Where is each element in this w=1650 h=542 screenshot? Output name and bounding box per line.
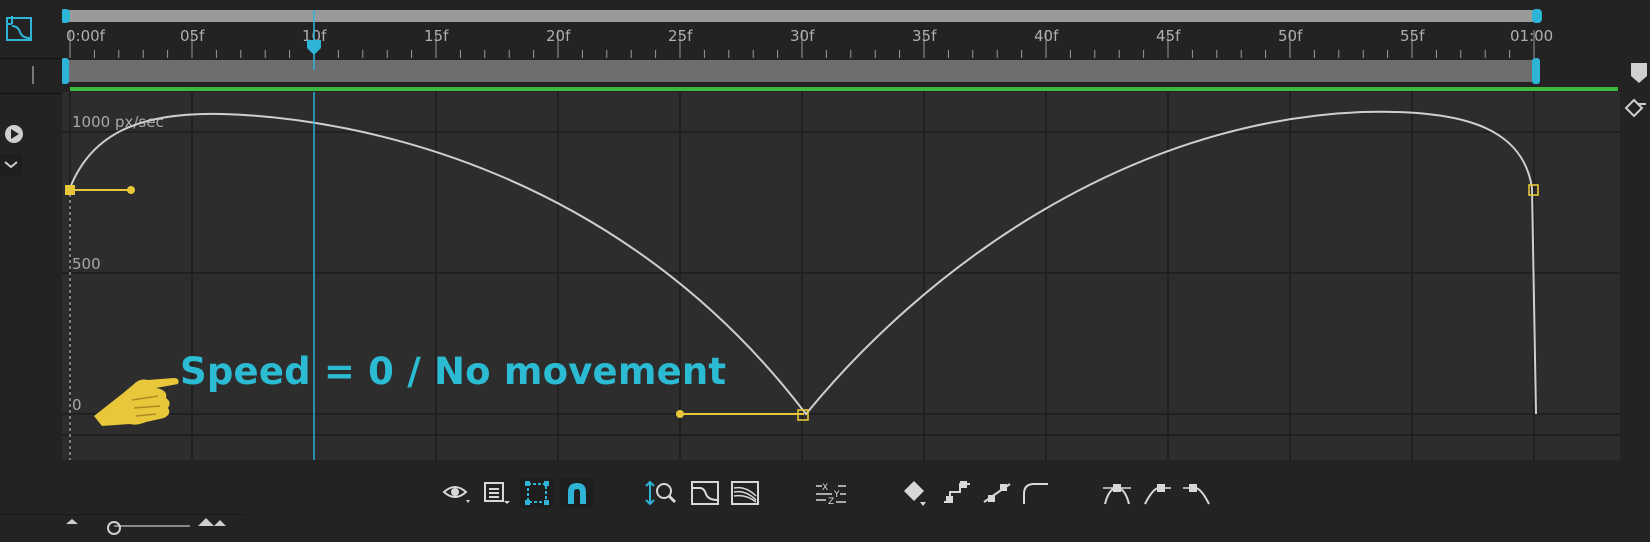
transform-box-icon[interactable] [520, 478, 554, 508]
add-keyframe-icon[interactable] [1624, 98, 1648, 118]
ruler-label: 55f [1400, 27, 1425, 45]
ruler-label: 05f [180, 27, 205, 45]
svg-text:X: X [822, 483, 828, 493]
speed-graph[interactable]: 1000 px/sec 500 0 [62, 92, 1627, 460]
ruler-label: 0:00f [66, 27, 106, 45]
graph-type-icon[interactable] [4, 12, 36, 44]
dropdown-icon[interactable] [0, 153, 24, 177]
fit-all-graphs-icon[interactable] [688, 478, 722, 508]
ruler-label: 01:00 [1510, 27, 1553, 45]
edit-keyframe-icon[interactable] [900, 478, 934, 508]
fit-selection-icon[interactable] [644, 478, 678, 508]
ruler-label: 40f [1034, 27, 1059, 45]
y-label-500: 500 [72, 255, 101, 273]
ruler-label: 50f [1278, 27, 1303, 45]
show-properties-icon[interactable] [440, 478, 474, 508]
left-panel [0, 0, 62, 538]
ruler-label: 45f [1156, 27, 1181, 45]
separate-dimensions-icon[interactable]: X Y Z [814, 478, 848, 508]
ruler-label: 30f [790, 27, 815, 45]
keyframe-start[interactable] [65, 185, 75, 195]
y-label-1000: 1000 px/sec [72, 113, 164, 131]
easy-ease-out-icon[interactable] [1180, 478, 1214, 508]
annotation-text: Speed = 0 / No movement [180, 350, 727, 393]
left-tick-mark [32, 66, 34, 84]
handle-point-start[interactable] [127, 186, 135, 194]
hold-icon[interactable] [940, 478, 974, 508]
comp-marker-icon[interactable] [1630, 62, 1648, 84]
handle-point-mid[interactable] [676, 410, 684, 418]
left-divider-mid [0, 93, 62, 94]
easy-ease-in-icon[interactable] [1140, 478, 1174, 508]
left-divider [0, 58, 62, 59]
svg-text:Z: Z [828, 497, 834, 506]
ruler-label: 20f [546, 27, 571, 45]
work-area-bar[interactable] [61, 58, 1627, 90]
graph-options-icon[interactable] [480, 478, 514, 508]
ruler-label: 35f [912, 27, 937, 45]
time-ruler[interactable]: 0:00f 05f 10f 15f 20f 25f 30f 35f 40f 45f 50f 55f 01… [60, 0, 1627, 60]
render-bar [70, 87, 1618, 91]
y-label-0: 0 [72, 396, 82, 414]
ruler-label: 15f [424, 27, 449, 45]
playhead-head[interactable] [300, 10, 330, 70]
fit-all-icon[interactable] [728, 478, 762, 508]
ruler-label: 25f [668, 27, 693, 45]
play-icon[interactable] [4, 124, 24, 144]
linear-icon[interactable] [980, 478, 1014, 508]
easy-ease-icon[interactable] [1100, 478, 1134, 508]
pointing-hand-icon [92, 370, 182, 430]
snapping-icon[interactable] [560, 478, 594, 508]
auto-bezier-icon[interactable] [1018, 478, 1052, 508]
